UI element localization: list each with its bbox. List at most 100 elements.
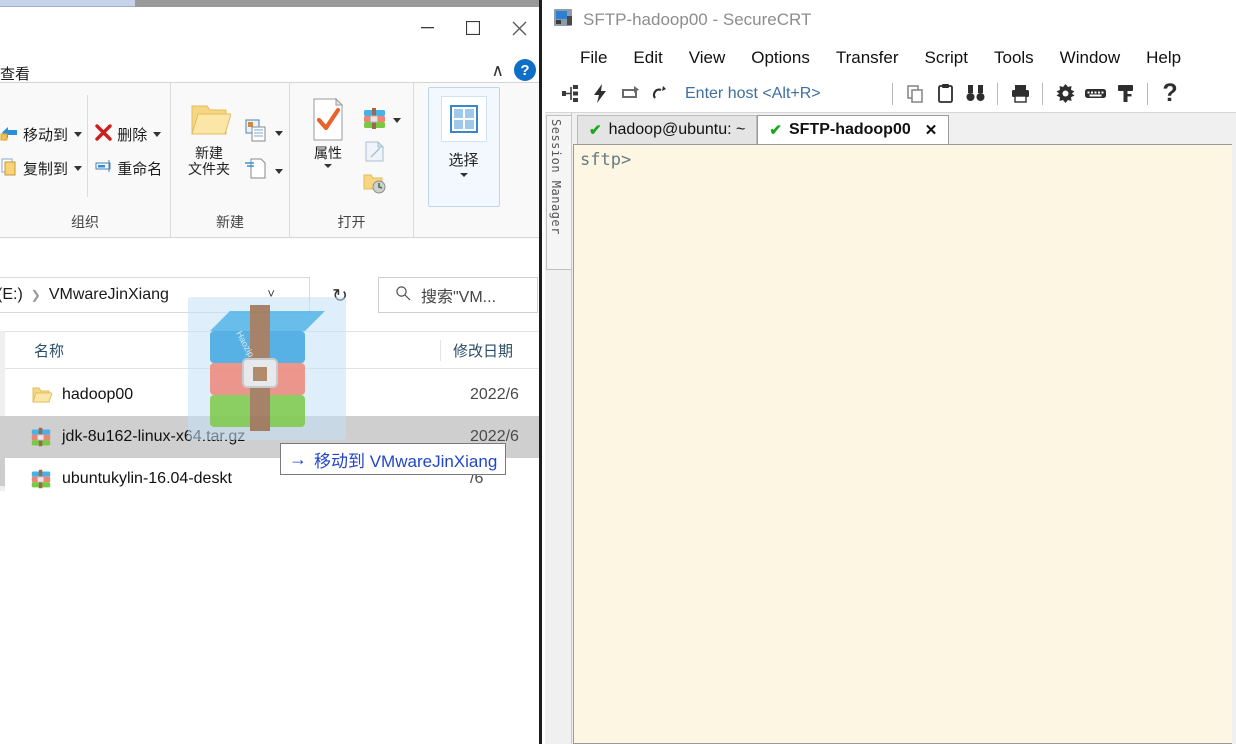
menu-edit[interactable]: Edit: [620, 48, 675, 68]
reconnect-icon[interactable]: [645, 79, 675, 109]
history-button[interactable]: [362, 169, 401, 199]
menu-view[interactable]: View: [676, 48, 739, 68]
delete-caret-icon[interactable]: [153, 131, 162, 137]
history-icon: [362, 170, 387, 199]
select-caret-icon[interactable]: [459, 173, 468, 177]
ribbon-group-select-label: [414, 211, 513, 237]
easy-access-caret-icon[interactable]: [275, 168, 283, 174]
new-item-button[interactable]: [243, 114, 283, 152]
menu-transfer[interactable]: Transfer: [823, 48, 912, 68]
session-manager-panel[interactable]: Session Manager: [545, 113, 572, 744]
quick-connect-icon[interactable]: [585, 79, 615, 109]
properties-icon: [308, 95, 348, 145]
menu-script[interactable]: Script: [912, 48, 981, 68]
minimize-button[interactable]: [404, 7, 450, 49]
collapse-ribbon-icon[interactable]: ∧: [492, 62, 504, 79]
top-strip-shadow: [135, 0, 539, 7]
archive-caret-icon[interactable]: [393, 117, 401, 123]
settings-gear-icon[interactable]: [1050, 79, 1080, 109]
ribbon-group-organize-label: 组织: [71, 214, 99, 230]
green-check-icon: ✔: [589, 122, 602, 139]
address-bar[interactable]: (E:) ❯ VMwareJinXiang ˅: [0, 277, 310, 313]
delete-label: 删除: [117, 126, 148, 144]
column-header-date[interactable]: 修改日期: [440, 339, 539, 361]
menu-help[interactable]: Help: [1133, 48, 1194, 68]
tab-sftp-hadoop00[interactable]: ✔ SFTP-hadoop00 ✕: [757, 115, 950, 144]
select-grid-icon: [440, 96, 487, 142]
new-folder-label-line2: 文件夹: [188, 161, 230, 178]
new-item-caret-icon[interactable]: [275, 130, 283, 136]
table-row[interactable]: hadoop00 2022/6: [0, 374, 539, 416]
delete-button[interactable]: 删除: [94, 117, 164, 151]
breadcrumb-drive[interactable]: (E:): [0, 286, 23, 304]
rename-label: 重命名: [117, 160, 163, 178]
column-header-name[interactable]: 名称: [0, 340, 440, 361]
file-list: hadoop00 2022/6 jdk-8u162-linux-x64.tar.…: [0, 374, 539, 500]
menu-tools[interactable]: Tools: [981, 48, 1047, 68]
windows-explorer-window: 查看 ∧ ? 移动到 复制到 删除 重命名 组织 新建 文件夹 新建 属性 打开…: [0, 0, 542, 744]
session-manager-label: Session Manager: [549, 119, 563, 235]
find-icon[interactable]: [960, 79, 990, 109]
securecrt-body: Session Manager ✔ hadoop@ubuntu: ~ ✔ SFT…: [545, 113, 1236, 744]
key-icon[interactable]: [1110, 79, 1140, 109]
ribbon-group-organize: 移动到 复制到 删除 重命名 组织: [0, 83, 170, 237]
chevron-down-icon[interactable]: ˅: [267, 286, 275, 301]
securecrt-title-text: SFTP-hadoop00 - SecureCRT: [583, 10, 812, 29]
arrow-right-icon: →: [289, 448, 307, 469]
new-folder-label-line1: 新建: [195, 145, 223, 161]
new-item-icon: [243, 118, 269, 148]
toolbar-separator: [1042, 82, 1043, 105]
select-button[interactable]: 选择: [427, 87, 500, 207]
tab-label: SFTP-hadoop00: [788, 121, 911, 138]
menu-window[interactable]: Window: [1047, 48, 1133, 68]
copy-to-button[interactable]: 复制到: [0, 151, 85, 185]
file-name[interactable]: hadoop00: [62, 386, 133, 404]
host-input[interactable]: Enter host <Alt+R>: [675, 85, 885, 103]
window-top-strip: [0, 0, 539, 7]
archive-icon: [30, 468, 52, 490]
delete-x-icon: [94, 123, 113, 146]
connect-in-tab-icon[interactable]: [615, 79, 645, 109]
move-to-icon: [0, 123, 19, 146]
paste-icon[interactable]: [930, 79, 960, 109]
drag-drop-tooltip-text: 移动到 VMwareJinXiang: [314, 451, 498, 471]
copy-icon[interactable]: [900, 79, 930, 109]
tab-hadoop-ubuntu[interactable]: ✔ hadoop@ubuntu: ~: [577, 115, 758, 144]
file-name[interactable]: jdk-8u162-linux-x64.tar.gz: [62, 428, 245, 446]
securecrt-app-icon: [553, 7, 574, 33]
edit-button: [362, 137, 401, 169]
search-placeholder: 搜索"VM...: [421, 289, 497, 306]
file-name[interactable]: ubuntukylin-16.04-deskt: [62, 470, 232, 488]
drag-drop-tooltip: → 移动到 VMwareJinXiang: [280, 443, 507, 475]
terminal-scrollbar[interactable]: [1232, 144, 1236, 744]
close-icon[interactable]: ✕: [925, 121, 938, 139]
connect-icon[interactable]: [555, 79, 585, 109]
rename-button[interactable]: 重命名: [94, 151, 164, 185]
new-folder-button[interactable]: 新建 文件夹: [177, 91, 241, 211]
print-icon[interactable]: [1005, 79, 1035, 109]
screen-root: 查看 ∧ ? 移动到 复制到 删除 重命名 组织 新建 文件夹 新建 属性 打开…: [0, 0, 1236, 744]
refresh-icon[interactable]: ↻: [332, 285, 348, 308]
open-with-archive-button[interactable]: [362, 103, 401, 137]
copy-to-caret-icon[interactable]: [74, 165, 83, 171]
help-icon[interactable]: ?: [514, 59, 536, 81]
move-to-caret-icon[interactable]: [74, 131, 83, 137]
move-to-button[interactable]: 移动到: [0, 117, 85, 151]
terminal-area[interactable]: sftp>: [573, 144, 1236, 744]
properties-button[interactable]: 属性: [296, 91, 360, 211]
edit-icon: [362, 139, 387, 168]
help-question-icon[interactable]: ?: [1155, 79, 1185, 109]
folder-icon: [30, 384, 53, 406]
breadcrumb-folder[interactable]: VMwareJinXiang: [49, 286, 169, 304]
properties-caret-icon[interactable]: [324, 164, 332, 169]
close-button[interactable]: [496, 7, 539, 49]
menu-options[interactable]: Options: [738, 48, 823, 68]
search-icon: [395, 285, 411, 306]
tab-label: hadoop@ubuntu: ~: [608, 121, 746, 138]
menu-file[interactable]: File: [567, 48, 620, 68]
breadcrumb-separator-icon: ❯: [30, 288, 41, 302]
keyboard-icon[interactable]: [1080, 79, 1110, 109]
easy-access-button[interactable]: [243, 152, 283, 190]
maximize-button[interactable]: [450, 7, 496, 49]
search-box[interactable]: 搜索"VM...: [378, 277, 538, 313]
